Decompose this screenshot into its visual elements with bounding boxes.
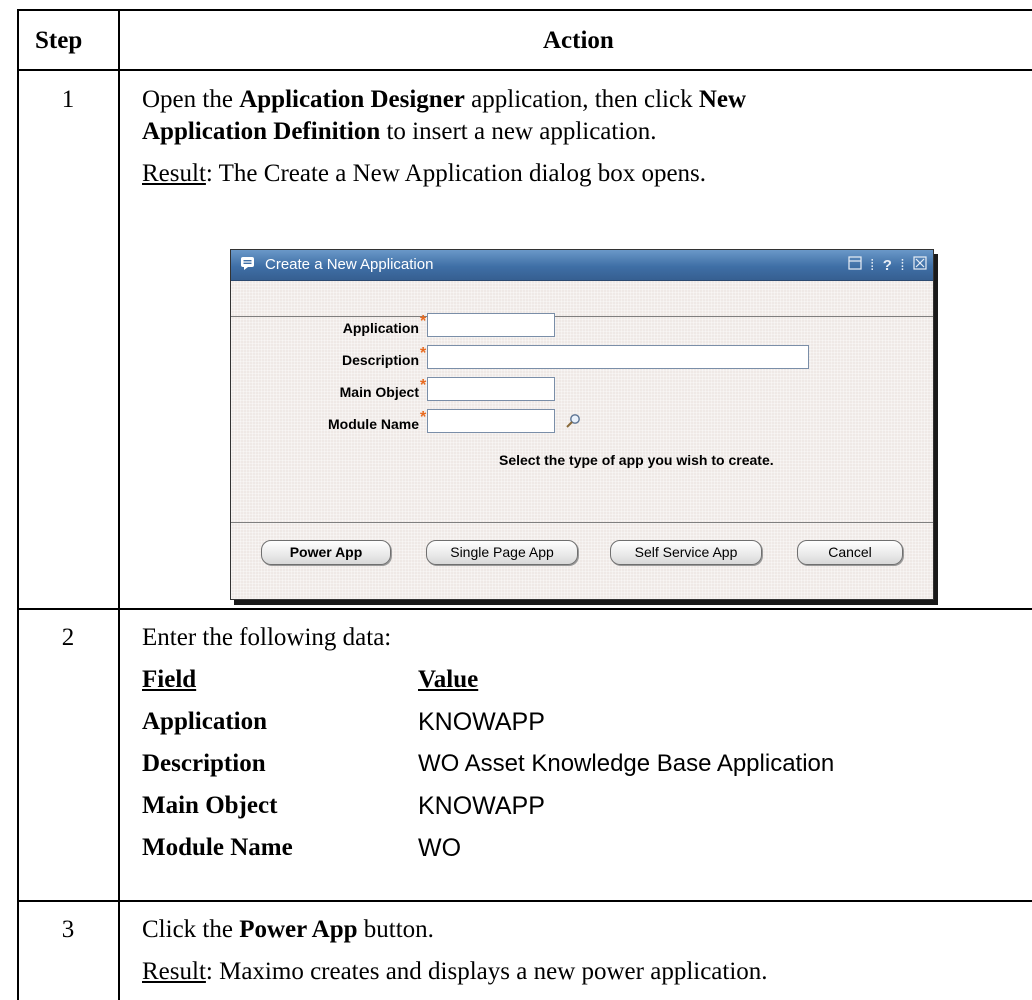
required-marker: * — [420, 409, 427, 426]
app-type-hint: Select the type of app you wish to creat… — [499, 452, 774, 468]
column-divider — [118, 9, 120, 1000]
header-bottom-border — [17, 69, 1032, 71]
help-icon[interactable]: ? — [883, 257, 892, 274]
data-value: WO — [418, 834, 462, 862]
row1-bottom-border — [17, 608, 1032, 610]
step1-instruction-line2: Application Definition to insert a new a… — [142, 118, 657, 145]
data-value: KNOWAPP — [418, 792, 545, 820]
module-name-input[interactable] — [427, 409, 555, 433]
magnifier-icon[interactable] — [565, 413, 581, 429]
required-marker: * — [420, 345, 427, 362]
required-marker: * — [420, 377, 427, 394]
step1-instruction-line1: Open the Application Designer applicatio… — [142, 86, 747, 113]
data-field: Module Name — [142, 834, 293, 861]
create-application-dialog: Create a New Application ⁞ ? ⁞ Applicati… — [230, 249, 934, 600]
data-value: KNOWAPP — [418, 708, 545, 736]
minimize-icon[interactable] — [848, 256, 862, 274]
value-column-header: Value — [418, 666, 479, 693]
dialog-divider-top — [231, 316, 933, 317]
dialog-title: Create a New Application — [265, 256, 434, 273]
result-label: Result — [142, 160, 206, 187]
step-number-3: 3 — [61, 916, 75, 943]
main-object-label: Main Object — [339, 384, 419, 400]
data-field: Main Object — [142, 792, 278, 819]
control-separator: ⁞ — [900, 256, 905, 274]
description-input[interactable] — [427, 345, 809, 369]
dialog-controls: ⁞ ? ⁞ — [844, 256, 927, 274]
dialog-divider-bottom — [231, 522, 933, 523]
data-value: WO Asset Knowledge Base Application — [418, 750, 835, 777]
column-header-step: Step — [35, 27, 83, 54]
description-label: Description — [341, 352, 419, 368]
required-marker: * — [420, 313, 427, 330]
dialog-icon — [241, 257, 254, 270]
dialog-title-bar: Create a New Application ⁞ ? ⁞ — [231, 250, 933, 281]
step3-result: Result: Maximo creates and displays a ne… — [142, 958, 768, 985]
result-label: Result — [142, 958, 206, 985]
close-icon[interactable] — [913, 256, 927, 274]
cancel-button[interactable]: Cancel — [797, 540, 903, 565]
row2-bottom-border — [17, 900, 1032, 902]
data-field: Application — [142, 708, 268, 735]
step-number-2: 2 — [61, 624, 75, 651]
application-input[interactable] — [427, 313, 555, 337]
step-number-1: 1 — [61, 86, 75, 113]
self-service-app-button[interactable]: Self Service App — [610, 540, 762, 565]
table-top-border — [17, 9, 1032, 11]
field-column-header: Field — [142, 666, 197, 693]
step3-instruction: Click the Power App button. — [142, 916, 434, 943]
module-name-label: Module Name — [327, 416, 419, 432]
step1-result: Result: The Create a New Application dia… — [142, 160, 707, 187]
column-header-action: Action — [543, 27, 614, 54]
main-object-input[interactable] — [427, 377, 555, 401]
control-separator: ⁞ — [870, 256, 875, 274]
table-left-border — [17, 9, 19, 1000]
data-field: Description — [142, 750, 266, 777]
application-label: Application — [342, 320, 419, 336]
power-app-button[interactable]: Power App — [261, 540, 391, 565]
step2-intro: Enter the following data: — [142, 624, 392, 651]
single-page-app-button[interactable]: Single Page App — [426, 540, 578, 565]
